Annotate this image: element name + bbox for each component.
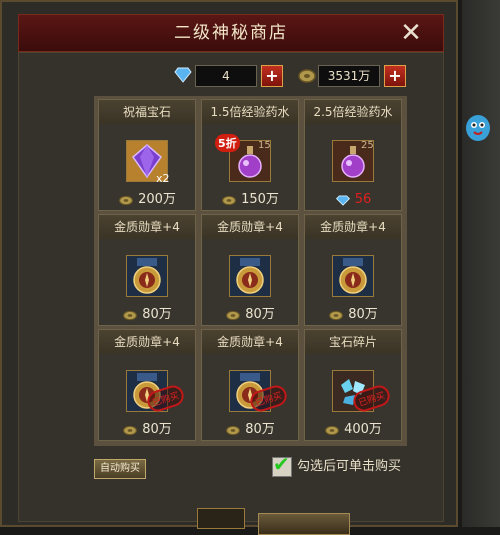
coin-icon: [122, 424, 138, 436]
item-price: 400万: [305, 421, 401, 439]
price-value: 150万: [241, 192, 279, 207]
diamond-icon: [174, 67, 192, 83]
price-value: 80万: [348, 307, 378, 322]
item-price: 150万: [202, 191, 298, 209]
item-name: 金质勋章+4: [202, 215, 298, 239]
item-price: 56: [305, 191, 401, 209]
item-name: 金质勋章+4: [202, 330, 298, 354]
coin-icon: [221, 194, 237, 206]
mascot-icon: [466, 115, 490, 141]
item-card[interactable]: 1.5倍经验药水 15 5折 150万: [201, 99, 299, 211]
coin-icon: [225, 309, 241, 321]
add-coin-button[interactable]: +: [384, 65, 406, 87]
price-value: 80万: [245, 307, 275, 322]
add-diamond-button[interactable]: +: [261, 65, 283, 87]
coin-balance: 3531万: [318, 65, 380, 87]
item-name: 2.5倍经验药水: [305, 100, 401, 124]
bottom-item-slot[interactable]: [197, 508, 245, 529]
item-name: 金质勋章+4: [305, 215, 401, 239]
price-value: 80万: [142, 307, 172, 322]
coin-icon: [118, 194, 134, 206]
price-value: 200万: [138, 192, 176, 207]
diamond-balance: 4: [195, 65, 257, 87]
check-mark-icon: ✔: [273, 452, 290, 476]
item-name: 金质勋章+4: [99, 330, 195, 354]
price-value: 56: [354, 192, 372, 207]
item-price: 80万: [305, 306, 401, 324]
item-card[interactable]: 祝福宝石 x2 200万: [98, 99, 196, 211]
item-name: 1.5倍经验药水: [202, 100, 298, 124]
coin-icon: [324, 424, 340, 436]
item-name: 祝福宝石: [99, 100, 195, 124]
quick-buy-label: 勾选后可单击购买: [297, 459, 402, 474]
medal-icon: [332, 255, 374, 297]
item-count: 25: [361, 140, 374, 151]
coin-icon: [225, 424, 241, 436]
medal-icon: [229, 255, 271, 297]
item-count: 15: [258, 140, 271, 151]
item-name: 宝石碎片: [305, 330, 401, 354]
quick-buy-checkbox[interactable]: ✔: [272, 452, 292, 477]
coin-icon: [298, 69, 316, 83]
price-value: 80万: [245, 422, 275, 437]
item-card[interactable]: 金质勋章+4 80万: [98, 214, 196, 326]
price-value: 400万: [344, 422, 382, 437]
close-button[interactable]: ✕: [398, 20, 424, 46]
item-card[interactable]: 2.5倍经验药水 25 56: [304, 99, 402, 211]
title-bar: 二级神秘商店: [18, 14, 444, 52]
medal-icon: [126, 255, 168, 297]
item-price: 80万: [202, 306, 298, 324]
item-price: 80万: [99, 306, 195, 324]
item-name: 金质勋章+4: [99, 215, 195, 239]
coin-icon: [122, 309, 138, 321]
auto-buy-button[interactable]: 自动购买: [94, 459, 146, 479]
item-card[interactable]: 金质勋章+4 已购买 80万: [98, 329, 196, 441]
diamond-icon: [335, 194, 351, 206]
item-card[interactable]: 金质勋章+4 80万: [304, 214, 402, 326]
price-value: 80万: [142, 422, 172, 437]
item-card[interactable]: 金质勋章+4 已购买 80万: [201, 329, 299, 441]
item-quantity: x2: [156, 172, 170, 185]
item-price: 200万: [99, 191, 195, 209]
item-price: 80万: [99, 421, 195, 439]
item-card[interactable]: 金质勋章+4 80万: [201, 214, 299, 326]
item-price: 80万: [202, 421, 298, 439]
coin-icon: [328, 309, 344, 321]
background-right: [462, 0, 500, 527]
shop-title: 二级神秘商店: [174, 23, 288, 43]
item-card[interactable]: 宝石碎片 已购买 400万: [304, 329, 402, 441]
bottom-button[interactable]: [258, 513, 350, 535]
discount-badge: 5折: [215, 134, 240, 152]
